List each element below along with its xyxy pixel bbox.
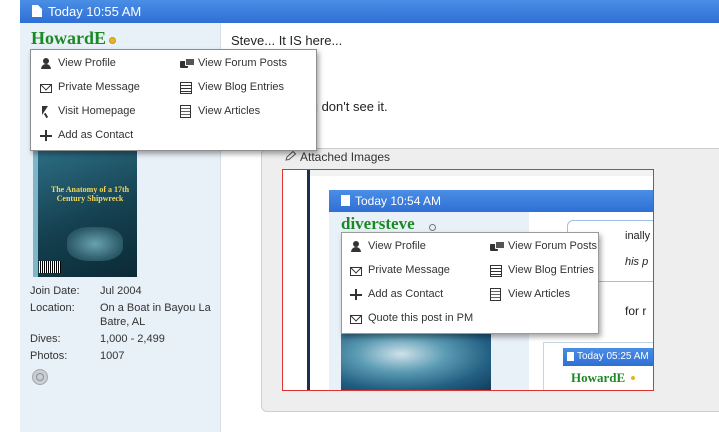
menu-label: View Articles <box>508 288 571 300</box>
post-time: Today 10:55 AM <box>48 4 142 19</box>
thumb-text: for r <box>625 304 647 318</box>
plus-icon <box>40 130 52 141</box>
menu-label: View Profile <box>58 57 116 69</box>
chat-icon <box>180 58 195 69</box>
thumb-text: his p <box>625 256 649 268</box>
menu-label: Add as Contact <box>368 288 444 300</box>
document-icon <box>341 195 350 206</box>
thumb-post-header: Today 10:54 AM <box>329 190 653 212</box>
post-header: Today 10:55 AM <box>20 0 719 23</box>
menu-label: View Blog Entries <box>508 264 595 276</box>
avatar[interactable]: The Anatomy of a 17th Century Shipwreck <box>33 149 137 277</box>
attached-image-thumbnail[interactable]: Today 10:54 AM diversteve inally his p f… <box>282 169 654 391</box>
thumb-text: inally <box>625 230 651 242</box>
avatar-stripe <box>33 149 38 277</box>
post-message-line1: Steve... It IS here... <box>231 33 343 48</box>
thumb-second-post-time: Today 05:25 AM <box>577 351 649 362</box>
list-icon <box>490 265 502 277</box>
thumb-left-bar <box>307 170 310 390</box>
info-key: Location: <box>30 302 75 314</box>
chat-icon <box>490 241 505 252</box>
info-key: Photos: <box>30 350 68 362</box>
online-status-icon <box>109 37 116 44</box>
info-value: Jul 2004 <box>100 285 142 297</box>
info-value: 1,000 - 2,499 <box>100 333 165 345</box>
thumb-second-online-icon <box>631 376 635 380</box>
thumb-second-post-header: Today 05:25 AM <box>563 348 653 366</box>
post-message: Steve... It IS here... you don't see it. <box>231 33 388 114</box>
menu-label: Quote this post in PM <box>368 312 474 324</box>
person-icon <box>40 58 52 69</box>
envelope-icon <box>40 84 52 93</box>
envelope-icon <box>350 315 362 324</box>
user-popup-menu: View Profile Private Message Visit Homep… <box>30 49 317 151</box>
username-link[interactable]: HowardE <box>31 28 106 49</box>
thumb-online-icon <box>429 224 436 231</box>
globe-icon[interactable] <box>32 369 48 385</box>
menu-label: Visit Homepage <box>58 105 136 117</box>
thumb-user-menu: View Profile Private Message Add as Cont… <box>341 232 599 334</box>
thumb-top-strip <box>310 170 653 176</box>
info-key: Join Date: <box>30 285 80 297</box>
article-icon <box>490 288 501 301</box>
menu-label: View Forum Posts <box>508 240 598 252</box>
document-icon <box>32 5 42 17</box>
menu-label: View Articles <box>198 105 261 117</box>
document-icon <box>567 352 574 361</box>
menu-label: View Profile <box>368 240 426 252</box>
info-value: 1007 <box>100 350 125 362</box>
menu-label: View Blog Entries <box>198 81 285 93</box>
info-key: Dives: <box>30 333 61 345</box>
thumb-post-time: Today 10:54 AM <box>355 194 442 208</box>
attached-images-label: Attached Images <box>300 150 391 164</box>
list-icon <box>180 82 192 94</box>
pencil-icon <box>285 151 297 161</box>
avatar-ship-image <box>67 227 123 261</box>
plus-icon <box>350 289 362 300</box>
menu-label: Add as Contact <box>58 129 134 141</box>
thumb-second-post-user: HowardE <box>571 370 626 385</box>
cursor-icon <box>40 106 52 117</box>
avatar-barcode <box>39 261 61 273</box>
info-value: On a Boat in Bayou La Batre, AL <box>100 302 211 328</box>
article-icon <box>180 105 191 118</box>
envelope-icon <box>350 267 362 276</box>
person-icon <box>350 241 362 252</box>
menu-label: Private Message <box>368 264 450 276</box>
menu-label: Private Message <box>58 81 140 93</box>
avatar-cover-title: The Anatomy of a 17th Century Shipwreck <box>50 185 130 203</box>
menu-label: View Forum Posts <box>198 57 288 69</box>
